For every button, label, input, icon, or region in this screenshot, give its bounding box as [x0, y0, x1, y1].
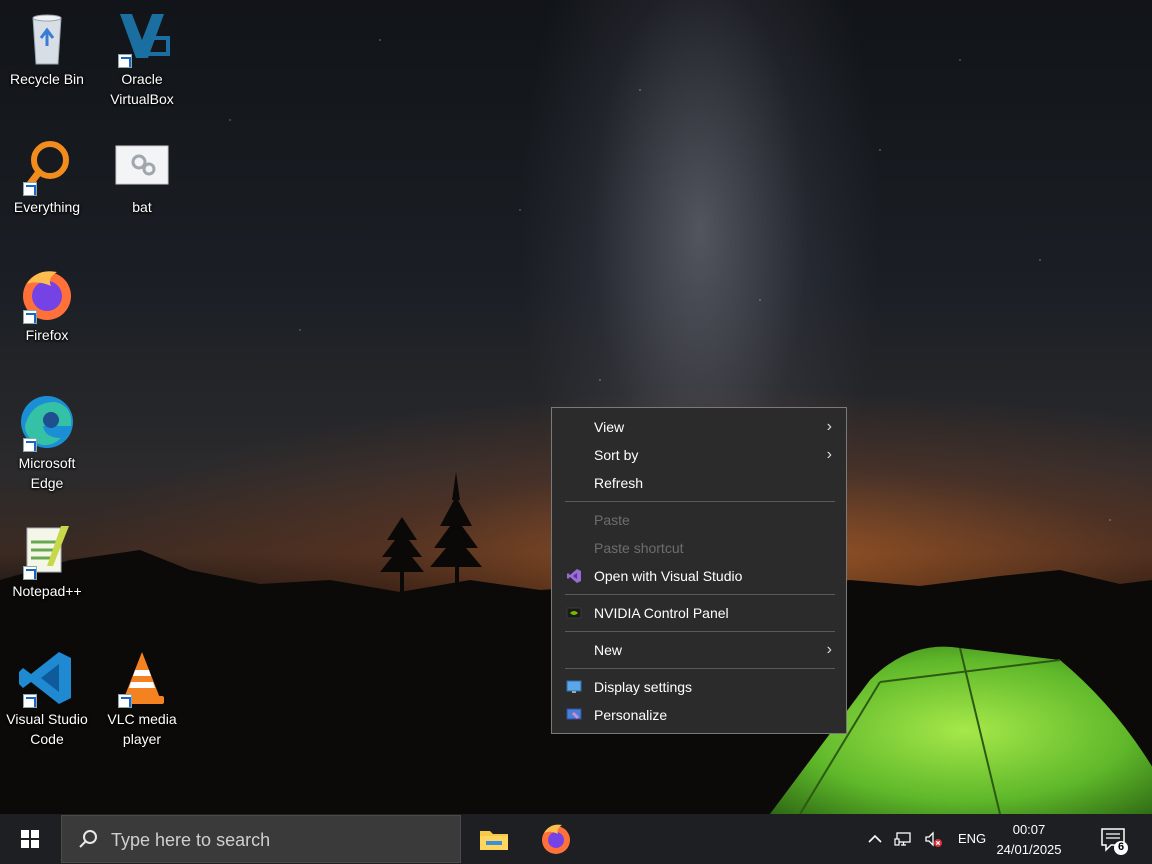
- taskbar-search-box[interactable]: Type here to search: [61, 815, 461, 863]
- desktop-icon-notepad-plus-plus[interactable]: Notepad++: [0, 520, 94, 601]
- taskbar-file-explorer[interactable]: [474, 819, 514, 859]
- menu-item-label: Paste: [594, 512, 630, 528]
- chevron-right-icon: ›: [826, 446, 832, 463]
- menu-separator: [565, 668, 835, 669]
- desktop-icon-firefox[interactable]: Firefox: [0, 264, 94, 345]
- shortcut-arrow-icon: [118, 694, 132, 708]
- desktop-icon-vlc[interactable]: VLC media player: [95, 648, 189, 749]
- display-settings-icon: [566, 680, 582, 693]
- menu-item-label: New: [594, 642, 623, 658]
- menu-item-label: Display settings: [594, 679, 693, 695]
- icon-label: player: [122, 731, 162, 747]
- icon-label: VLC media: [107, 711, 177, 727]
- chevron-right-icon: ›: [826, 418, 832, 435]
- menu-item-label: Open with Visual Studio: [594, 568, 743, 584]
- input-language[interactable]: ENG: [958, 831, 986, 846]
- menu-item-nvidia-control-panel[interactable]: NVIDIA Control Panel: [552, 599, 846, 627]
- desktop-icon-visual-studio-code[interactable]: Visual Studio Code: [0, 648, 94, 749]
- icon-label: Firefox: [25, 327, 69, 343]
- menu-item-paste-shortcut: Paste shortcut: [552, 534, 846, 562]
- notification-count-badge: 6: [1117, 841, 1125, 853]
- clock-time: 00:07: [1012, 822, 1046, 837]
- desktop-icon-everything[interactable]: Everything: [0, 136, 94, 217]
- chevron-right-icon: ›: [826, 641, 832, 658]
- search-placeholder: Type here to search: [111, 830, 271, 850]
- menu-item-label: View: [594, 419, 625, 435]
- icon-label: Everything: [13, 199, 81, 215]
- desktop-icon-bat[interactable]: bat: [95, 136, 189, 217]
- icon-label: Recycle Bin: [10, 71, 84, 87]
- menu-separator: [565, 594, 835, 595]
- menu-item-sort-by[interactable]: Sort by ›: [552, 441, 846, 469]
- bat-file-icon: [115, 145, 169, 185]
- shortcut-arrow-icon: [23, 438, 37, 452]
- menu-item-label: Personalize: [594, 707, 668, 723]
- recycle-bin-icon: [32, 14, 62, 65]
- icon-label: Notepad++: [12, 583, 82, 599]
- icon-label: Visual Studio: [6, 711, 88, 727]
- visual-studio-icon: [567, 569, 581, 583]
- menu-item-display-settings[interactable]: Display settings: [552, 673, 846, 701]
- clock[interactable]: 00:07 24/01/2025: [992, 820, 1066, 860]
- icon-label: bat: [132, 199, 152, 215]
- taskbar: Type here to search ENG 00:07 24/01/2025…: [0, 814, 1152, 864]
- shortcut-arrow-icon: [23, 182, 37, 196]
- icon-label: Microsoft: [18, 455, 76, 471]
- icon-label: Edge: [30, 475, 64, 491]
- icon-label: Code: [30, 731, 64, 747]
- desktop-context-menu: View › Sort by › Refresh Paste Paste sho…: [551, 407, 847, 734]
- menu-item-refresh[interactable]: Refresh: [552, 469, 846, 497]
- speaker-muted-icon[interactable]: [924, 830, 942, 848]
- chevron-up-icon[interactable]: [866, 830, 884, 848]
- menu-separator: [565, 631, 835, 632]
- desktop-icon-oracle-virtualbox[interactable]: Oracle VirtualBox: [95, 8, 189, 109]
- shortcut-arrow-icon: [23, 310, 37, 324]
- icon-label: VirtualBox: [110, 91, 174, 107]
- firefox-icon: [542, 824, 570, 854]
- menu-item-view[interactable]: View ›: [552, 413, 846, 441]
- nvidia-icon: [566, 607, 582, 619]
- shortcut-arrow-icon: [23, 566, 37, 580]
- shortcut-arrow-icon: [118, 54, 132, 68]
- menu-separator: [565, 501, 835, 502]
- search-icon: [79, 830, 97, 848]
- menu-item-personalize[interactable]: Personalize: [552, 701, 846, 729]
- shortcut-arrow-icon: [23, 694, 37, 708]
- network-icon[interactable]: [894, 830, 912, 848]
- action-center-button[interactable]: 6: [1094, 824, 1134, 856]
- pine-trees: [380, 472, 482, 592]
- icon-label: Oracle: [121, 71, 163, 87]
- menu-item-label: Paste shortcut: [594, 540, 684, 556]
- menu-item-paste: Paste: [552, 506, 846, 534]
- menu-item-label: Sort by: [594, 447, 639, 463]
- desktop-icon-recycle-bin[interactable]: Recycle Bin: [0, 8, 94, 89]
- file-explorer-icon: [480, 831, 508, 850]
- clock-date: 24/01/2025: [996, 842, 1062, 857]
- taskbar-firefox[interactable]: [536, 819, 576, 859]
- menu-item-new[interactable]: New ›: [552, 636, 846, 664]
- windows-logo-icon: [21, 830, 39, 848]
- personalize-icon: [566, 708, 582, 720]
- desktop-icon-microsoft-edge[interactable]: Microsoft Edge: [0, 392, 94, 493]
- menu-item-label: NVIDIA Control Panel: [594, 605, 729, 621]
- menu-item-label: Refresh: [594, 475, 644, 491]
- menu-item-open-with-visual-studio[interactable]: Open with Visual Studio: [552, 562, 846, 590]
- start-button[interactable]: [0, 814, 60, 864]
